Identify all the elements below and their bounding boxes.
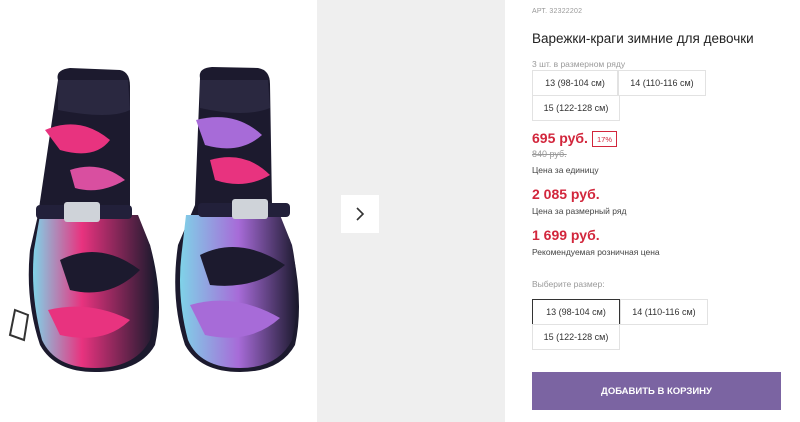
discount-badge: 17% [592,131,617,147]
next-photo-button[interactable] [341,195,379,233]
unit-price: 695 руб. [532,130,588,146]
product-gallery [0,0,505,422]
mittens-image [8,67,299,372]
article-number: АРТ. 32322202 [532,8,583,15]
old-price: 840 руб. [532,149,567,159]
pack-price: 2 085 руб. [532,186,600,202]
pack-price-caption: Цена за размерный ряд [532,206,627,216]
size-option-15[interactable]: 15 (122-128 см) [532,324,620,350]
pack-note: 3 шт. в размерном ряду [532,59,626,69]
add-to-cart-button[interactable]: Добавить в корзину [532,372,781,410]
left-mitten [8,68,159,372]
product-title: Варежки-краги зимние для девочки [532,31,754,46]
size-option-14[interactable]: 14 (110-116 см) [620,299,708,325]
size-option-13[interactable]: 13 (98-104 см) [532,299,620,325]
chevron-right-icon [356,207,365,221]
pack-size-13: 13 (98-104 см) [532,70,618,96]
pack-size-14: 14 (110-116 см) [618,70,706,96]
product-photo-main[interactable] [0,0,317,422]
product-info: АРТ. 32322202 Варежки-краги зимние для д… [532,0,792,422]
pack-size-15: 15 (122-128 см) [532,95,620,121]
unit-price-caption: Цена за единицу [532,165,599,175]
right-mitten [175,67,299,372]
rrp-caption: Рекомендуемая розничная цена [532,247,660,257]
rrp-price: 1 699 руб. [532,227,600,243]
size-select-label: Выберите размер: [532,279,605,289]
